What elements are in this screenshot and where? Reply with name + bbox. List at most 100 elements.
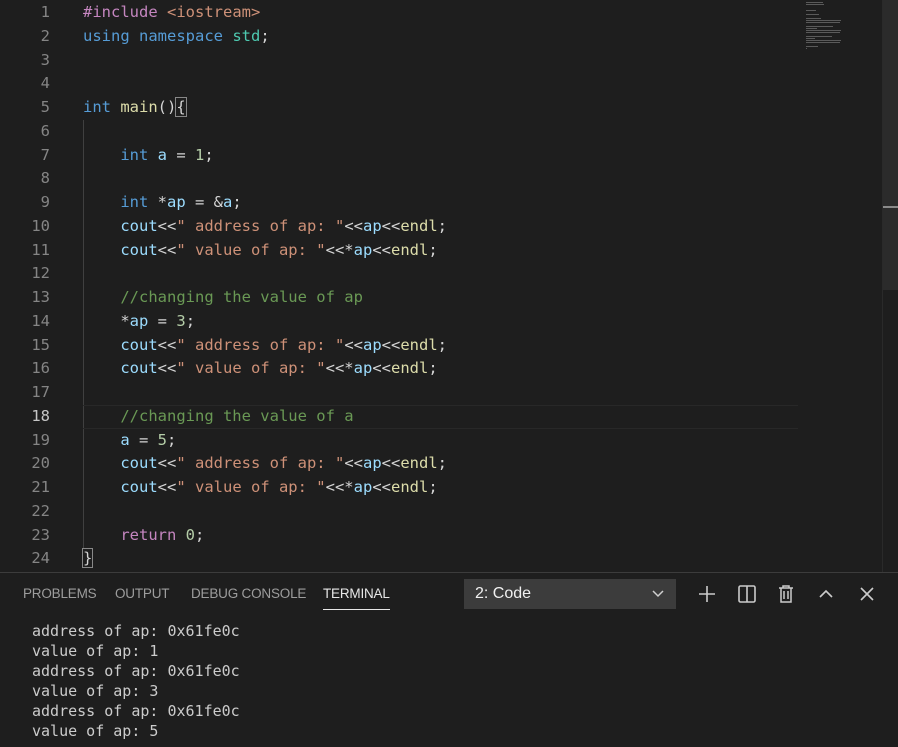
code-text: cout<<" address of ap: "<<ap<<endl; xyxy=(83,214,447,238)
minimap-line xyxy=(806,42,841,43)
minimap-line xyxy=(806,32,841,33)
code-token: * xyxy=(157,193,167,211)
code-line[interactable]: 23 return 0; xyxy=(0,523,800,547)
minimap-line xyxy=(806,4,824,5)
code-editor[interactable]: 1 #include <iostream> 2 using namespace std… xyxy=(0,0,898,572)
code-line[interactable]: 20 cout<<" address of ap: "<<ap<<endl; xyxy=(0,451,800,475)
code-line[interactable]: 8 xyxy=(0,166,800,190)
line-number: 14 xyxy=(31,311,50,330)
close-icon[interactable] xyxy=(856,583,878,605)
code-token: endl xyxy=(390,240,429,259)
code-token: () xyxy=(157,98,177,116)
code-line[interactable]: 9 int *ap = &a; xyxy=(0,190,800,214)
code-line[interactable]: 16 cout<<" value of ap: "<<*ap<<endl; xyxy=(0,356,800,380)
terminal-output[interactable]: address of ap: 0x61fe0c value of ap: 1 add… xyxy=(32,621,240,741)
code-token: << xyxy=(381,216,401,235)
code-line[interactable]: 1 #include <iostream> xyxy=(0,0,800,24)
code-token: << xyxy=(157,240,177,259)
minimap-line xyxy=(806,20,842,21)
code-token: { xyxy=(175,97,187,117)
minimap[interactable] xyxy=(802,0,882,60)
code-token: <<* xyxy=(325,359,354,378)
plus-icon[interactable] xyxy=(696,583,718,605)
code-line[interactable]: 11 cout<<" value of ap: "<<*ap<<endl; xyxy=(0,238,800,262)
tab-terminal[interactable]: TERMINAL xyxy=(323,586,390,610)
code-line[interactable]: 14 *ap = 3; xyxy=(0,309,800,333)
code-text: } xyxy=(81,546,94,570)
code-line[interactable]: 10 cout<<" address of ap: "<<ap<<endl; xyxy=(0,214,800,238)
code-token: return xyxy=(120,525,186,544)
code-line[interactable]: 5 int main(){ xyxy=(0,95,800,119)
code-line[interactable]: 7 int a = 1; xyxy=(0,143,800,167)
split-icon[interactable] xyxy=(736,583,758,605)
code-token: " address of ap: " xyxy=(176,454,345,473)
code-token: " value of ap: " xyxy=(176,478,326,496)
code-text: #include <iostream> xyxy=(83,0,260,24)
code-token: #include xyxy=(83,3,167,21)
code-token: ; xyxy=(428,359,438,378)
code-line[interactable]: 2 using namespace std; xyxy=(0,24,800,48)
code-line[interactable]: 13 //changing the value of ap xyxy=(0,285,800,309)
code-token: " value of ap: " xyxy=(176,240,326,259)
code-line[interactable]: 22 xyxy=(0,499,800,523)
code-line[interactable]: 15 cout<<" address of ap: "<<ap<<endl; xyxy=(0,333,800,357)
code-token: a xyxy=(120,430,130,449)
code-line[interactable]: 18 //changing the value of a xyxy=(0,404,800,428)
code-token: ; xyxy=(260,26,270,45)
chevron-up-icon[interactable] xyxy=(815,583,837,605)
code-line[interactable]: 3 xyxy=(0,48,800,72)
code-token: main xyxy=(120,98,158,116)
line-number: 20 xyxy=(31,454,50,473)
code-token: << xyxy=(381,454,401,473)
terminal-line: address of ap: 0x61fe0c xyxy=(32,702,240,720)
line-number: 5 xyxy=(40,98,50,116)
code-line[interactable]: 24} xyxy=(0,546,800,570)
line-number: 24 xyxy=(31,549,50,568)
code-token: = xyxy=(167,145,195,164)
code-token: <<* xyxy=(325,478,354,496)
code-token: << xyxy=(157,478,177,496)
code-token: ; xyxy=(232,193,242,211)
terminal-select[interactable]: 2: Code xyxy=(464,579,676,609)
bottom-panel: PROBLEMS OUTPUT DEBUG CONSOLE TERMINAL 2… xyxy=(0,572,898,747)
tab-problems[interactable]: PROBLEMS xyxy=(23,586,97,601)
tab-output[interactable]: OUTPUT xyxy=(115,586,169,601)
code-token: ; xyxy=(185,311,196,330)
code-token: int xyxy=(120,193,158,211)
code-token: << xyxy=(372,478,391,496)
line-number: 3 xyxy=(40,50,50,69)
trash-icon[interactable] xyxy=(775,583,797,605)
code-token: int xyxy=(120,145,158,164)
minimap-line xyxy=(806,26,833,27)
code-text: //changing the value of ap xyxy=(83,285,363,309)
minimap-line xyxy=(806,38,815,39)
minimap-line xyxy=(806,22,841,23)
minimap-line xyxy=(806,10,816,11)
code-token: endl xyxy=(400,216,438,235)
code-text: *ap = 3; xyxy=(83,309,195,333)
code-line[interactable]: 6 xyxy=(0,119,800,143)
code-text: cout<<" address of ap: "<<ap<<endl; xyxy=(83,333,447,357)
code-line[interactable]: 4 xyxy=(0,71,800,95)
tab-debug-console[interactable]: DEBUG CONSOLE xyxy=(191,586,306,601)
code-line[interactable]: 21 cout<<" value of ap: "<<*ap<<endl; xyxy=(0,475,800,499)
code-line[interactable]: 19 a = 5; xyxy=(0,428,800,452)
code-token: <iostream> xyxy=(167,3,261,21)
line-number: 13 xyxy=(31,288,50,306)
line-number: 8 xyxy=(40,169,50,188)
code-token: <<* xyxy=(325,240,354,259)
line-number: 22 xyxy=(31,501,50,520)
minimap-line xyxy=(806,48,807,49)
code-line[interactable]: 12 xyxy=(0,261,800,285)
editor-scrollbar-thumb[interactable] xyxy=(883,0,898,290)
code-line[interactable]: 17 xyxy=(0,380,800,404)
code-token: ap xyxy=(353,240,373,259)
code-token: 0 xyxy=(185,525,195,544)
code-token: ; xyxy=(204,145,214,164)
